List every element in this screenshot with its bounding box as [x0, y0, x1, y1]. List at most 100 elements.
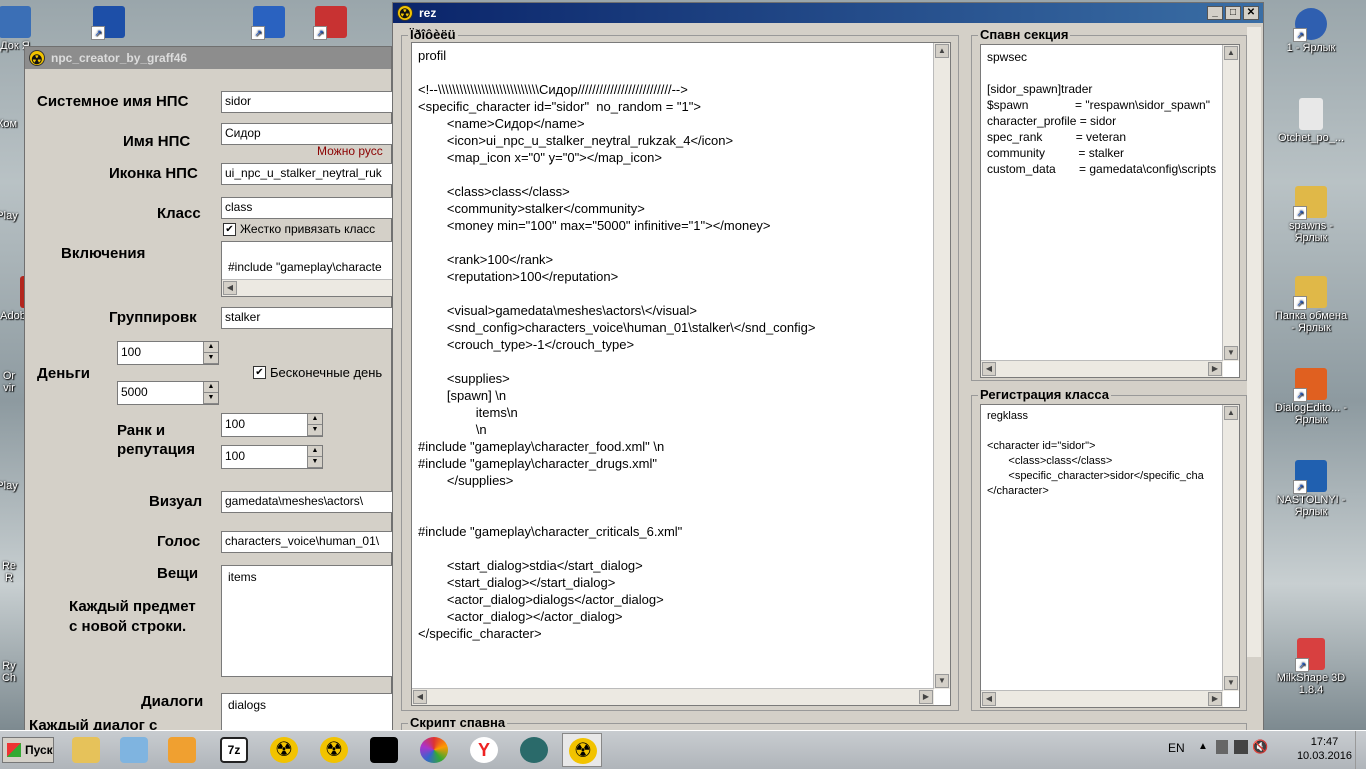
volume-muted-icon[interactable]: 🔇 [1252, 739, 1268, 755]
vertical-scrollbar[interactable]: ▲ ▼ [1222, 405, 1239, 691]
taskbar-app-flower[interactable] [414, 733, 454, 767]
spin-up-icon[interactable]: ▲ [204, 342, 218, 353]
desktop-icon[interactable]: ↗ [292, 6, 370, 40]
computer-icon: ↗ [1293, 8, 1327, 42]
desktop-icon[interactable]: ↗ Папка обмена - Ярлык [1272, 276, 1350, 334]
vertical-scrollbar[interactable]: ▲ ▼ [933, 43, 950, 689]
language-indicator[interactable]: EN [1168, 741, 1185, 755]
folder-icon: ↗ [1293, 276, 1327, 310]
window-vertical-scrollbar[interactable] [1247, 27, 1261, 657]
profile-memo[interactable]: profil <!--\\\\\\\\\\\\\\\\\\\\\\\\\\\\С… [411, 42, 951, 706]
taskbar-app-transfer[interactable] [162, 733, 202, 767]
includes-memo[interactable]: #include "gameplay\characte ◀ [221, 241, 393, 297]
maximize-button[interactable]: □ [1225, 6, 1241, 20]
taskbar-app-radiation-active[interactable]: ☢ [562, 733, 602, 767]
rank-spinner[interactable]: 100 ▲ ▼ [221, 413, 323, 437]
rez-window: rez _ □ ✕ Ïðîôèëü profil <!--\\\\\\\\\\\… [392, 2, 1264, 743]
scroll-left-icon[interactable]: ◀ [413, 690, 427, 704]
taskbar-app-swirl[interactable] [514, 733, 554, 767]
taskbar-app-radiation[interactable]: ☢ [314, 733, 354, 767]
class-field[interactable]: class [221, 197, 393, 219]
horizontal-scrollbar[interactable]: ◀ ▶ [981, 690, 1223, 707]
spin-down-icon[interactable]: ▼ [204, 393, 218, 404]
folder-icon [72, 737, 100, 763]
scroll-up-icon[interactable]: ▲ [1224, 406, 1238, 420]
desktop-icon[interactable]: ↗ [70, 6, 148, 40]
desktop-icon[interactable]: ↗ 1 - Ярлык [1272, 8, 1350, 54]
transfer-icon [168, 737, 196, 763]
rez-window-titlebar[interactable]: rez _ □ ✕ [393, 3, 1263, 24]
show-desktop-button[interactable] [1355, 731, 1366, 769]
scroll-right-icon[interactable]: ▶ [919, 690, 933, 704]
taskbar-app-yandex[interactable]: Y [464, 733, 504, 767]
spawn-memo[interactable]: spwsec [sidor_spawn]trader $spawn = "res… [980, 44, 1240, 378]
taskbar-app-radiation[interactable]: ☢ [264, 733, 304, 767]
horizontal-scrollbar[interactable]: ◀ ▶ [412, 688, 934, 705]
class-registration-memo[interactable]: regklass <character id="sidor"> <class>c… [980, 404, 1240, 708]
horizontal-scrollbar[interactable]: ◀ ▶ [981, 360, 1223, 377]
taskbar-app-explorer[interactable] [66, 733, 106, 767]
desktop-icon[interactable]: Otchet_po_... [1272, 98, 1350, 144]
scroll-down-icon[interactable]: ▼ [1224, 676, 1238, 690]
desktop-icon[interactable]: ↗ spawns - Ярлык [1272, 186, 1350, 244]
spin-up-icon[interactable]: ▲ [204, 382, 218, 393]
scroll-up-icon[interactable]: ▲ [1224, 46, 1238, 60]
icon-label: Иконка НПС [109, 165, 198, 182]
close-button[interactable]: ✕ [1243, 6, 1259, 20]
scroll-down-icon[interactable]: ▼ [935, 674, 949, 688]
voice-label: Голос [157, 533, 201, 550]
desktop-icon[interactable]: ↗ NASTOLNYI - Ярлык [1272, 460, 1350, 518]
vertical-scrollbar[interactable]: ▲ ▼ [1222, 45, 1239, 361]
clock[interactable]: 17:47 10.03.2016 [1297, 735, 1352, 763]
desktop-icon[interactable]: ↗ DialogEdito... - Ярлык [1272, 368, 1350, 426]
scroll-left-icon[interactable]: ◀ [223, 281, 237, 295]
voice-field[interactable]: characters_voice\human_01\ [221, 531, 393, 553]
folder-icon: ↗ [1293, 186, 1327, 220]
spin-up-icon[interactable]: ▲ [308, 446, 322, 457]
minimize-button[interactable]: _ [1207, 6, 1223, 20]
scroll-right-icon[interactable]: ▶ [1208, 692, 1222, 706]
money-label: Деньги [37, 365, 90, 382]
money-min-spinner[interactable]: 100 ▲ ▼ [117, 341, 219, 365]
taskbar-app-notepad[interactable] [114, 733, 154, 767]
icon-field[interactable]: ui_npc_u_stalker_neytral_ruk [221, 163, 393, 185]
system-name-label: Системное имя НПС [37, 93, 189, 110]
taskbar: Пуск 7z ☢ ☢ Y ☢ EN ▲ 🔇 17:47 10.03.2016 [0, 730, 1366, 769]
spin-down-icon[interactable]: ▼ [308, 425, 322, 436]
scroll-right-icon[interactable]: ▶ [1208, 362, 1222, 376]
radiation-icon: ☢ [270, 737, 298, 763]
spin-down-icon[interactable]: ▼ [204, 353, 218, 364]
visual-field[interactable]: gamedata\meshes\actors\ [221, 491, 393, 513]
group-field[interactable]: stalker [221, 307, 393, 329]
scroll-left-icon[interactable]: ◀ [982, 362, 996, 376]
spin-up-icon[interactable]: ▲ [308, 414, 322, 425]
profile-group: Ïðîôèëü profil <!--\\\\\\\\\\\\\\\\\\\\\… [401, 27, 959, 711]
taskbar-app-stars[interactable] [364, 733, 404, 767]
spin-down-icon[interactable]: ▼ [308, 457, 322, 468]
infinite-money-checkbox[interactable]: ✔ Бесконечные день [253, 365, 382, 380]
milkshape-icon: ↗ [1295, 638, 1325, 672]
money-max-spinner[interactable]: 5000 ▲ ▼ [117, 381, 219, 405]
reputation-spinner[interactable]: 100 ▲ ▼ [221, 445, 323, 469]
npc-window-title: npc_creator_by_graff46 [51, 51, 188, 65]
items-memo[interactable]: items [221, 565, 393, 677]
network-icon[interactable] [1234, 740, 1248, 754]
class-registration-group: Регистрация класса regklass <character i… [971, 387, 1247, 711]
system-name-field[interactable]: sidor [221, 91, 393, 113]
desktop-icon[interactable]: ↗ MilkShape 3D 1.8.4 [1272, 638, 1350, 696]
floppy-disk-icon: ↗ [91, 6, 125, 40]
radiation-icon: ☢ [569, 738, 597, 764]
npc-window-titlebar[interactable]: npc_creator_by_graff46 [25, 47, 391, 71]
scroll-left-icon[interactable]: ◀ [982, 692, 996, 706]
taskbar-app-7zip[interactable]: 7z [214, 733, 254, 767]
checkbox-checked-icon: ✔ [223, 222, 236, 236]
class-lock-checkbox[interactable]: ✔ Жестко привязать класс [223, 222, 375, 236]
docx-file-icon [1299, 98, 1323, 130]
npc-name-field[interactable]: Сидор [221, 123, 393, 145]
scroll-down-icon[interactable]: ▼ [1224, 346, 1238, 360]
scroll-up-icon[interactable]: ▲ [935, 44, 949, 58]
start-button[interactable]: Пуск [2, 737, 54, 763]
tray-app-icon[interactable] [1216, 740, 1228, 754]
horizontal-scrollbar[interactable]: ◀ [222, 279, 392, 296]
chevron-up-icon[interactable]: ▲ [1198, 741, 1208, 752]
